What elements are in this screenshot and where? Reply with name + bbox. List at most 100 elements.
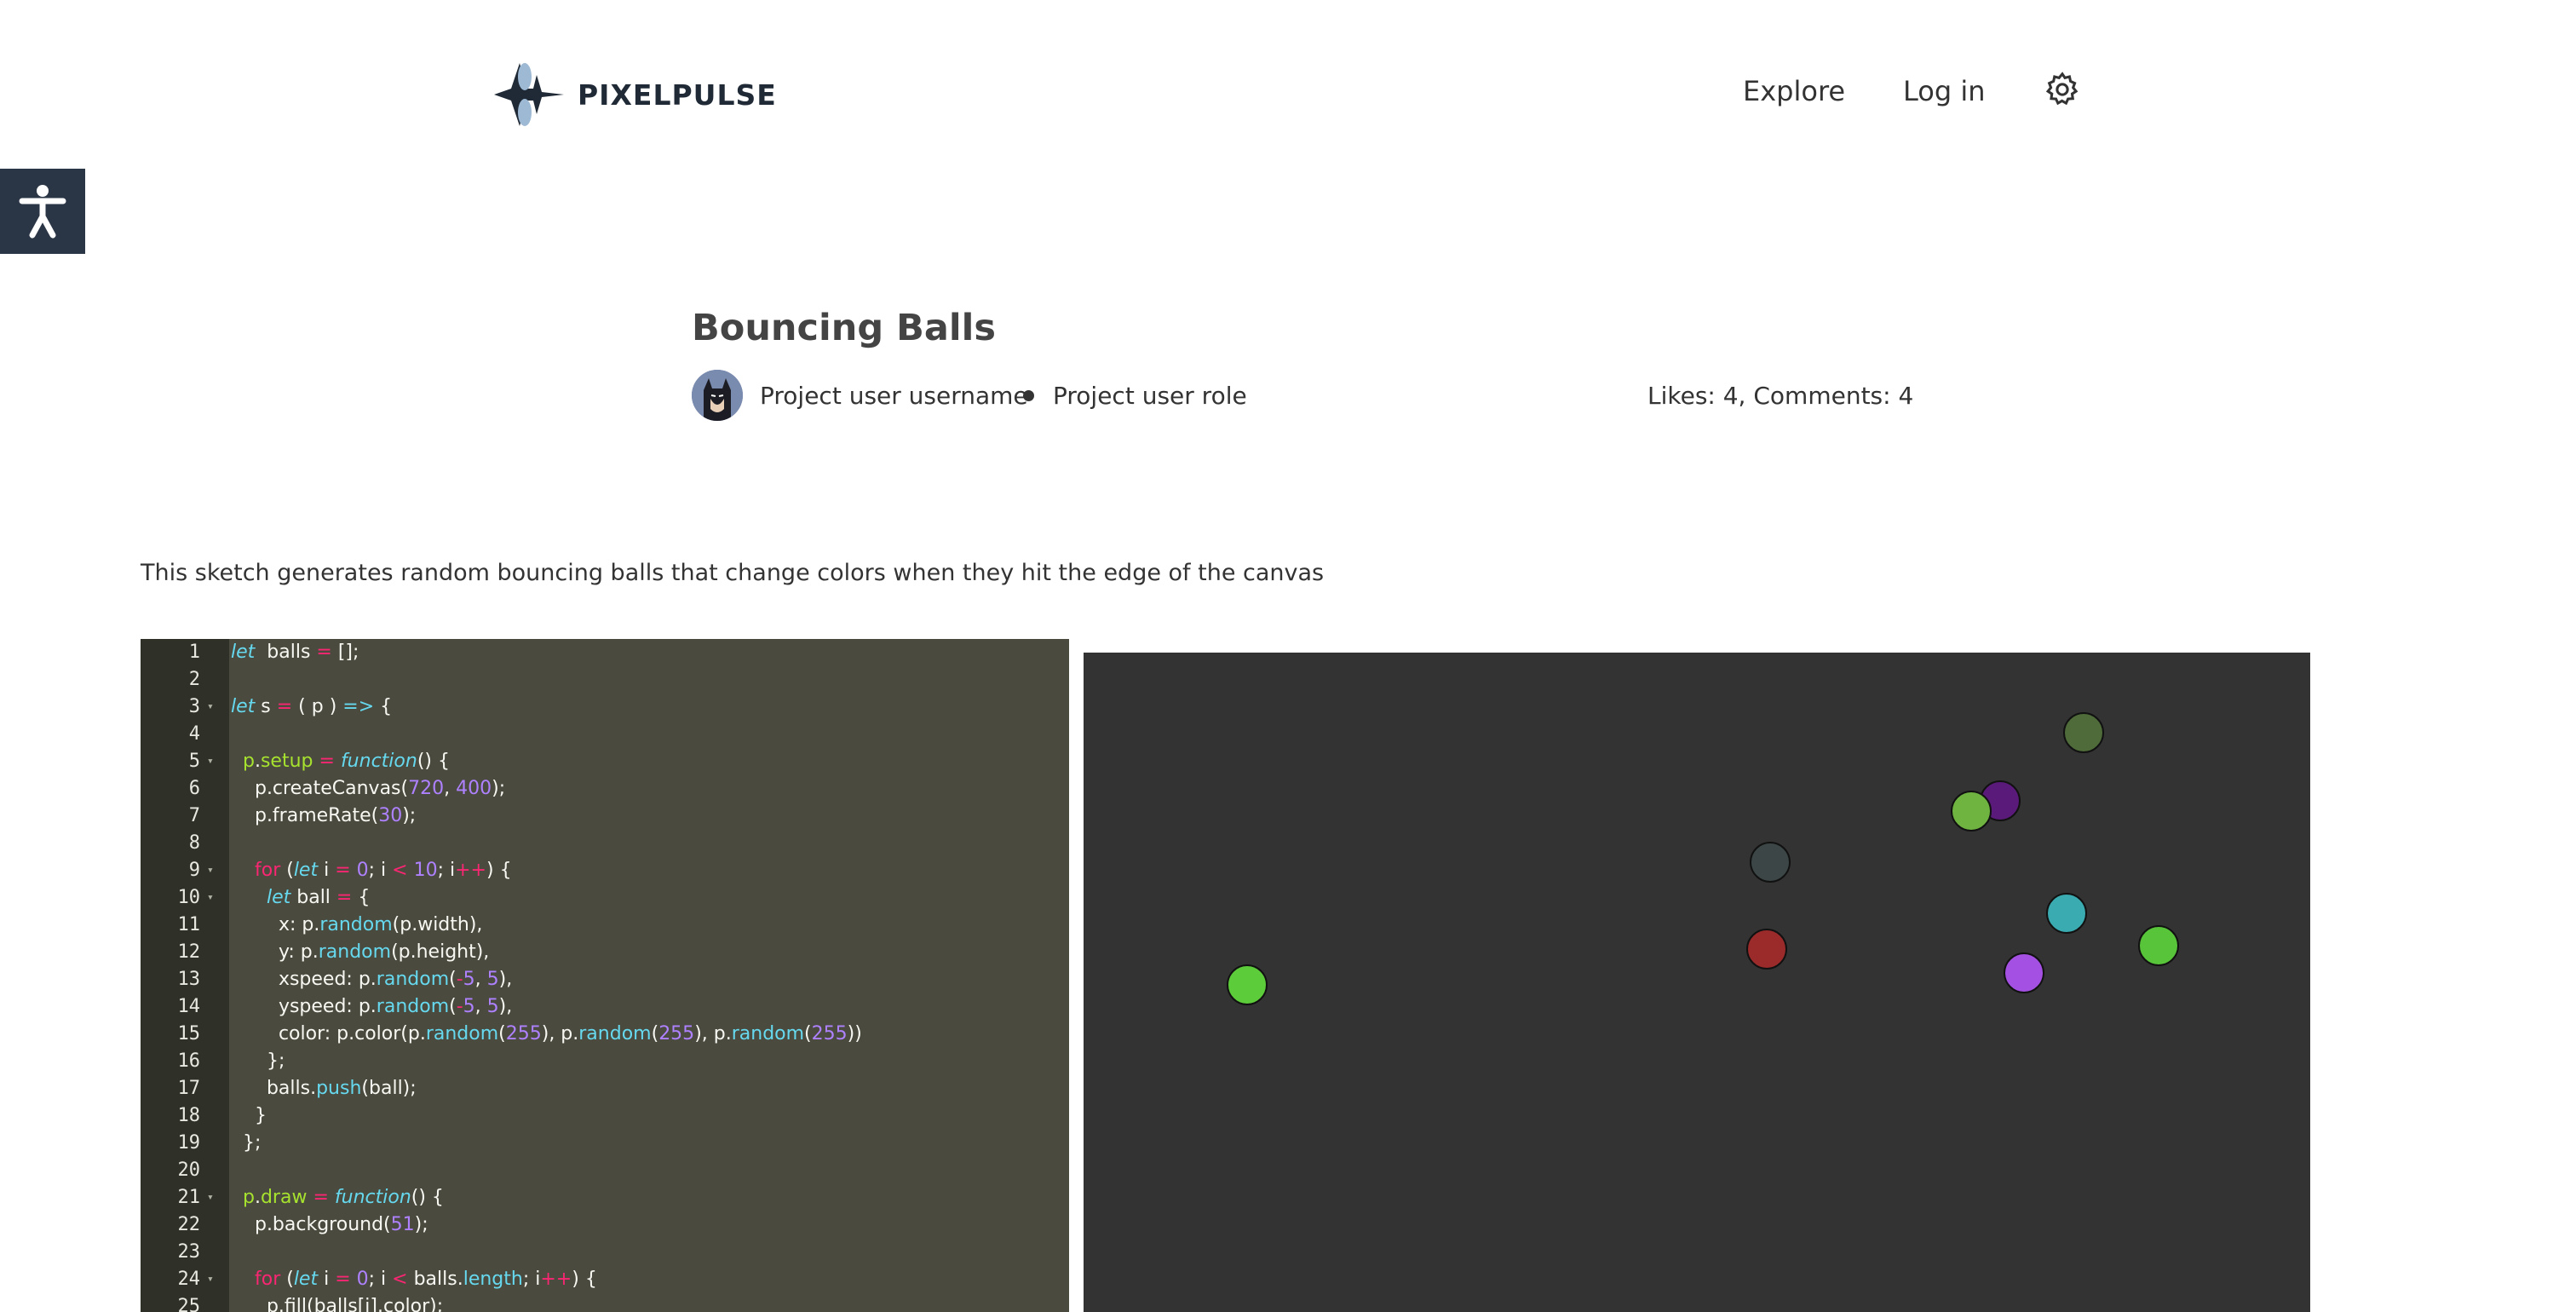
brand-name: PIXELPULSE — [578, 78, 777, 112]
line-number: 8 — [188, 832, 200, 854]
code-text: color: p.color(p.random(255), p.random(2… — [231, 1023, 862, 1044]
code-text: }; — [231, 1050, 285, 1072]
code-line[interactable]: 10 ▾ let ball = { — [141, 884, 1069, 912]
fold-toggle-icon[interactable]: ▾ — [207, 693, 214, 721]
code-text: yspeed: p.random(-5, 5), — [231, 996, 513, 1017]
line-number: 4 — [188, 723, 200, 745]
pixelpulse-logo-icon — [494, 63, 564, 126]
code-line[interactable]: 17 balls.push(ball); — [141, 1075, 1069, 1102]
bouncing-ball — [1951, 791, 1992, 832]
code-line[interactable]: 14 yspeed: p.random(-5, 5), — [141, 993, 1069, 1021]
line-number: 23 — [177, 1241, 201, 1263]
code-line[interactable]: 21 ▾ p.draw = function() { — [141, 1184, 1069, 1211]
fold-toggle-icon[interactable]: ▾ — [207, 884, 214, 912]
code-text: p.background(51); — [231, 1214, 428, 1235]
code-line[interactable]: 22 p.background(51); — [141, 1211, 1069, 1239]
fold-toggle-icon[interactable]: ▾ — [207, 748, 214, 775]
bouncing-ball — [1750, 842, 1791, 883]
code-line[interactable]: 13 xspeed: p.random(-5, 5), — [141, 966, 1069, 993]
code-line[interactable]: 8 — [141, 830, 1069, 857]
bouncing-ball — [1746, 929, 1787, 970]
code-line[interactable]: 9 ▾ for (let i = 0; i < 10; i++) { — [141, 857, 1069, 884]
accessibility-icon — [19, 185, 66, 239]
line-number: 1 — [188, 642, 200, 663]
code-text: y: p.random(p.height), — [231, 941, 490, 963]
line-number: 19 — [177, 1132, 201, 1154]
code-text: for (let i = 0; i < balls.length; i++) { — [254, 1269, 597, 1290]
code-line[interactable]: 24 ▾ for (let i = 0; i < balls.length; i+… — [141, 1266, 1069, 1293]
code-text: p.frameRate(30); — [231, 805, 417, 826]
line-number: 13 — [177, 969, 201, 990]
line-number: 2 — [188, 669, 200, 690]
line-number: 14 — [177, 996, 201, 1017]
line-number: 25 — [177, 1296, 201, 1312]
bouncing-ball — [2004, 952, 2044, 993]
code-line[interactable]: 15 color: p.color(p.random(255), p.rando… — [141, 1021, 1069, 1048]
line-number: 9 — [188, 860, 200, 881]
line-number: 18 — [177, 1105, 201, 1126]
avatar[interactable] — [692, 370, 743, 421]
code-text: p.createCanvas(720, 400); — [231, 778, 506, 799]
code-text: let balls = []; — [231, 642, 359, 663]
fold-toggle-icon[interactable]: ▾ — [207, 1184, 214, 1211]
code-line[interactable]: 11 x: p.random(p.width), — [141, 912, 1069, 939]
line-number: 12 — [177, 941, 201, 963]
code-line[interactable]: 12 y: p.random(p.height), — [141, 939, 1069, 966]
project-description: This sketch generates random bouncing ba… — [141, 560, 1325, 586]
bouncing-ball — [2063, 712, 2104, 753]
code-line[interactable]: 16 }; — [141, 1048, 1069, 1075]
line-number: 22 — [177, 1214, 201, 1235]
code-line[interactable]: 6 p.createCanvas(720, 400); — [141, 775, 1069, 803]
code-text: p.draw = function() { — [243, 1187, 444, 1208]
code-line[interactable]: 23 — [141, 1239, 1069, 1266]
code-text: p.setup = function() { — [243, 751, 450, 772]
code-text: let s = ( p ) => { — [231, 696, 393, 717]
bouncing-ball — [2138, 925, 2179, 966]
project-user-role: Project user role — [1053, 382, 1247, 410]
project-user-username[interactable]: Project user username — [760, 382, 1028, 410]
code-text: xspeed: p.random(-5, 5), — [231, 969, 513, 990]
line-number: 3 — [188, 696, 200, 717]
bouncing-ball — [2046, 893, 2087, 934]
line-number: 15 — [177, 1023, 201, 1044]
line-number: 20 — [177, 1160, 201, 1181]
line-number: 5 — [188, 751, 200, 772]
code-line[interactable]: 20 — [141, 1157, 1069, 1184]
nav-login-link[interactable]: Log in — [1903, 75, 1986, 107]
code-line[interactable]: 25 p.fill(balls[i].color); — [141, 1293, 1069, 1312]
top-navbar: PIXELPULSE Explore Log in — [0, 0, 2576, 187]
code-text: }; — [231, 1132, 262, 1154]
separator-dot — [1023, 390, 1034, 401]
gear-icon[interactable] — [2043, 70, 2082, 109]
bouncing-ball — [1227, 964, 1268, 1005]
line-number: 24 — [177, 1269, 201, 1290]
code-line[interactable]: 3 ▾ let s = ( p ) => { — [141, 693, 1069, 721]
code-line[interactable]: 5 ▾ p.setup = function() { — [141, 748, 1069, 775]
code-text: } — [231, 1105, 267, 1126]
code-line[interactable]: 19 }; — [141, 1130, 1069, 1157]
code-text: balls.push(ball); — [231, 1078, 417, 1099]
line-number: 17 — [177, 1078, 201, 1099]
code-line[interactable]: 2 — [141, 666, 1069, 693]
line-number: 16 — [177, 1050, 201, 1072]
code-line[interactable]: 4 — [141, 721, 1069, 748]
likes-comments-count: Likes: 4, Comments: 4 — [1647, 382, 1914, 410]
sketch-canvas[interactable] — [1084, 653, 2310, 1312]
project-title: Bouncing Balls — [692, 307, 996, 349]
code-text: for (let i = 0; i < 10; i++) { — [254, 860, 512, 881]
brand-logo-link[interactable]: PIXELPULSE — [494, 58, 777, 131]
nav-explore-link[interactable]: Explore — [1743, 75, 1845, 107]
accessibility-button[interactable] — [0, 169, 85, 254]
code-text: p.fill(balls[i].color); — [231, 1296, 444, 1312]
code-line[interactable]: 18 } — [141, 1102, 1069, 1130]
code-editor[interactable]: 1 let balls = []; 2 3 ▾ let s = ( p ) => {4 5 ▾… — [141, 639, 1069, 1312]
fold-toggle-icon[interactable]: ▾ — [207, 857, 214, 884]
line-number: 6 — [188, 778, 200, 799]
line-number: 10 — [177, 887, 201, 908]
fold-toggle-icon[interactable]: ▾ — [207, 1266, 214, 1293]
batman-avatar-icon — [692, 370, 743, 421]
code-line[interactable]: 7 p.frameRate(30); — [141, 803, 1069, 830]
code-line[interactable]: 1 let balls = []; — [141, 639, 1069, 666]
line-number: 21 — [177, 1187, 201, 1208]
line-number: 7 — [188, 805, 200, 826]
